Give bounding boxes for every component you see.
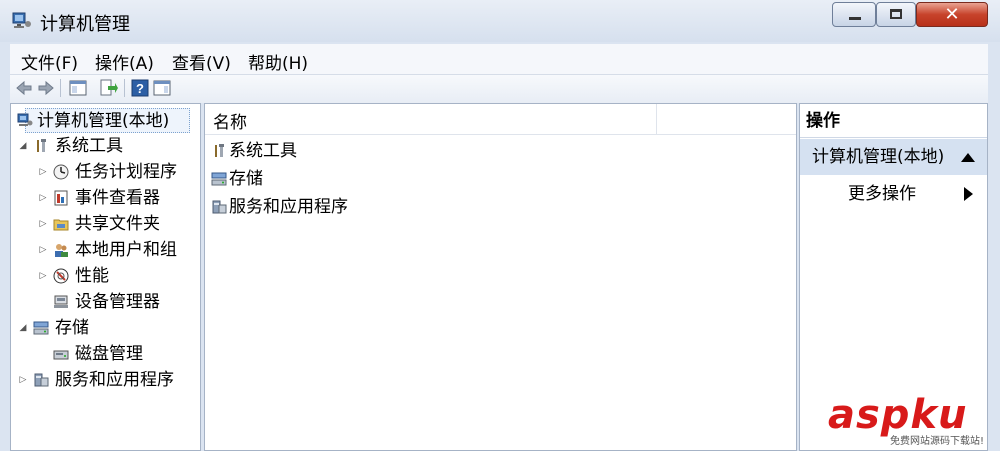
svg-text:?: ? (136, 81, 144, 96)
tools-icon (37, 139, 46, 152)
tree-item-label: 本地用户和组 (75, 240, 177, 260)
menu-view[interactable]: 查看(V) (172, 49, 231, 74)
close-icon: ✕ (944, 4, 960, 25)
collapsed-triangle-icon[interactable]: ▷ (37, 160, 49, 184)
help-icon[interactable]: ? (130, 78, 150, 98)
tree-item-local-users-groups[interactable]: ▷ 本地用户和组 (37, 238, 197, 262)
close-button[interactable]: ✕ (916, 2, 988, 27)
list-item[interactable]: 服务和应用程序 (211, 195, 511, 219)
column-divider[interactable] (656, 104, 657, 134)
actions-group-header[interactable]: 计算机管理(本地) (800, 139, 987, 175)
collapsed-triangle-icon[interactable]: ▷ (37, 264, 49, 288)
menu-bar: 文件(F) 操作(A) 查看(V) 帮助(H) (10, 44, 988, 74)
window-title: 计算机管理 (40, 14, 130, 35)
menu-action[interactable]: 操作(A) (95, 49, 154, 74)
actions-title: 操作 (800, 104, 987, 138)
submenu-arrow-icon[interactable] (964, 187, 973, 201)
export-list-icon[interactable] (98, 78, 118, 98)
performance-icon (53, 268, 69, 284)
menu-help[interactable]: 帮助(H) (248, 49, 308, 74)
minimize-icon (849, 17, 861, 20)
tree-item-label: 服务和应用程序 (55, 370, 174, 390)
services-icon (212, 200, 227, 214)
maximize-icon (890, 9, 902, 19)
users-icon (55, 244, 68, 257)
tree-item-label: 系统工具 (55, 136, 123, 156)
clock-icon (53, 164, 69, 180)
tree-item-disk-management[interactable]: 磁盘管理 (37, 342, 197, 366)
tree-item-storage[interactable]: ◢ 存储 (17, 316, 197, 340)
tree-item-label: 共享文件夹 (75, 214, 160, 234)
back-arrow-icon[interactable] (14, 78, 34, 98)
toolbar-separator (124, 79, 125, 97)
collapsed-triangle-icon[interactable]: ▷ (17, 368, 29, 392)
storage-icon (211, 172, 227, 186)
collapse-up-icon[interactable] (961, 153, 975, 162)
tree-item-task-scheduler[interactable]: ▷ 任务计划程序 (37, 160, 197, 184)
tree-item-label: 设备管理器 (75, 292, 160, 312)
toolbar-separator (60, 79, 61, 97)
tools-icon (215, 144, 224, 157)
watermark-caption: 免费网站源码下载站! (890, 436, 985, 447)
show-hide-action-pane-icon[interactable] (152, 78, 172, 98)
services-icon (34, 373, 49, 387)
list-item-label: 存储 (229, 169, 263, 189)
computer-management-icon (12, 12, 31, 28)
collapsed-triangle-icon[interactable]: ▷ (37, 212, 49, 236)
tree-item-label: 存储 (55, 318, 89, 338)
toolbar: ? (10, 74, 988, 103)
storage-icon (33, 321, 49, 335)
console-tree: 计算机管理(本地) ◢ 系统工具 ▷ 任务计划程序 ▷ 事件查看器 ▷ 共享文件… (10, 103, 201, 451)
column-header: 名称 (205, 104, 796, 135)
list-item-label: 系统工具 (229, 141, 297, 161)
tree-item-services-applications[interactable]: ▷ 服务和应用程序 (17, 368, 197, 392)
list-item[interactable]: 系统工具 (211, 139, 511, 163)
menu-file[interactable]: 文件(F) (21, 49, 78, 74)
tree-item-performance[interactable]: ▷ 性能 (37, 264, 197, 288)
results-pane: 名称 系统工具 存储 服务和应用程序 (204, 103, 797, 451)
expanded-triangle-icon[interactable]: ◢ (17, 316, 29, 340)
tree-item-label: 磁盘管理 (75, 344, 143, 364)
collapsed-triangle-icon[interactable]: ▷ (37, 186, 49, 210)
tree-item-label: 计算机管理(本地) (37, 111, 170, 131)
tree-item-label: 任务计划程序 (75, 162, 177, 182)
tree-item-event-viewer[interactable]: ▷ 事件查看器 (37, 186, 197, 210)
device-manager-icon (54, 295, 68, 308)
tree-item-root[interactable]: 计算机管理(本地) (15, 109, 195, 133)
maximize-button[interactable] (876, 2, 916, 27)
expanded-triangle-icon[interactable]: ◢ (17, 134, 29, 158)
list-item-label: 服务和应用程序 (229, 197, 348, 217)
show-hide-tree-icon[interactable] (68, 78, 88, 98)
shared-folder-icon (53, 219, 69, 231)
actions-group-label: 计算机管理(本地) (812, 147, 945, 167)
minimize-button[interactable] (832, 2, 876, 27)
forward-arrow-icon[interactable] (36, 78, 56, 98)
tree-item-shared-folders[interactable]: ▷ 共享文件夹 (37, 212, 197, 236)
tree-item-device-manager[interactable]: 设备管理器 (37, 290, 197, 314)
tree-item-label: 性能 (75, 266, 109, 286)
event-viewer-icon (54, 190, 68, 206)
more-actions-link[interactable]: 更多操作 (848, 182, 916, 206)
collapsed-triangle-icon[interactable]: ▷ (37, 238, 49, 262)
tree-item-system-tools[interactable]: ◢ 系统工具 (17, 134, 197, 158)
tree-item-label: 事件查看器 (75, 188, 160, 208)
column-name-header[interactable]: 名称 (213, 108, 247, 133)
title-bar: 计算机管理 ✕ (0, 0, 1000, 42)
watermark: aspku 免费网站源码下载站! (828, 392, 996, 448)
computer-management-icon (17, 113, 33, 126)
list-item[interactable]: 存储 (211, 167, 511, 191)
disk-icon (53, 350, 69, 360)
